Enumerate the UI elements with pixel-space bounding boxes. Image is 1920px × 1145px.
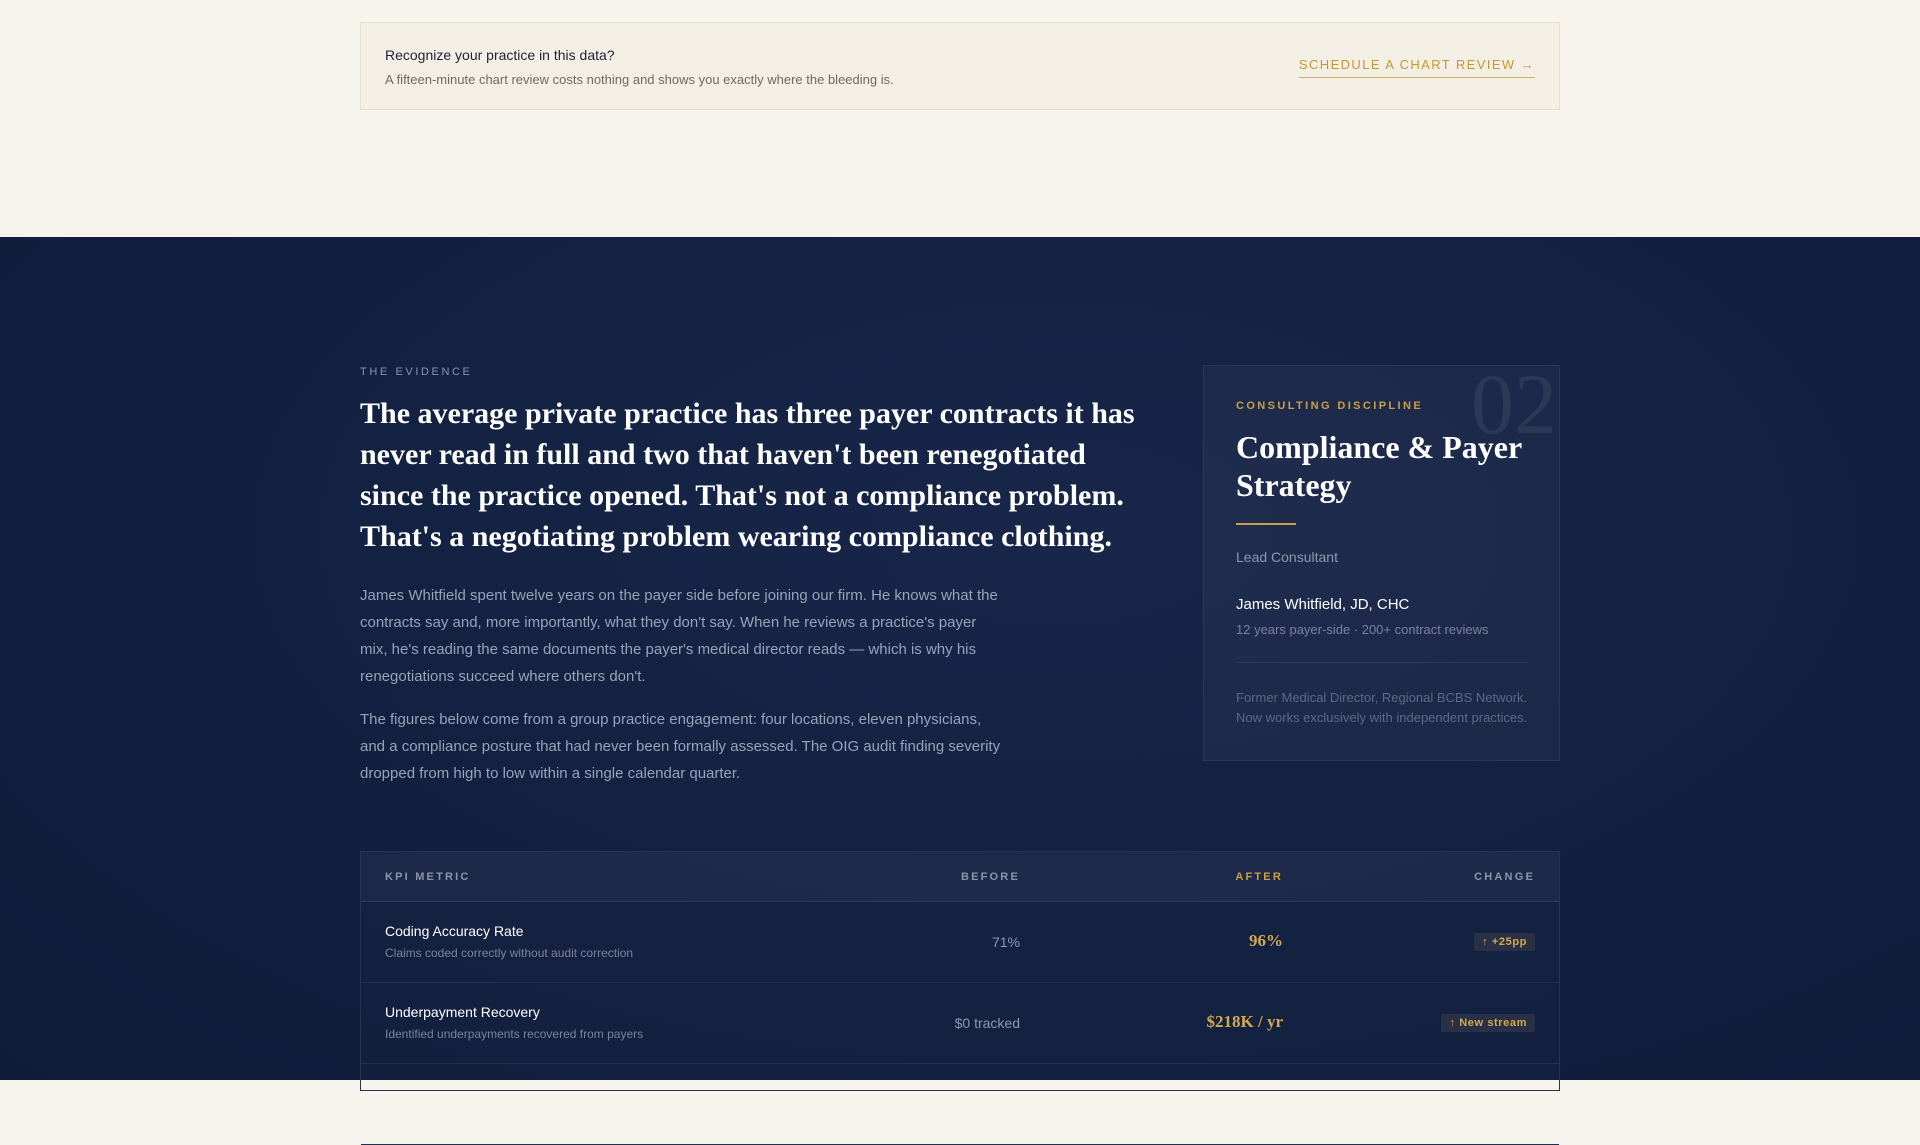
value-after: $218K / yr [1206,1012,1284,1031]
card-eyebrow: CONSULTING DISCIPLINE [1236,400,1424,412]
cta-banner: Recognize your practice in this data? A … [360,22,1560,110]
schedule-chart-review-link[interactable]: SCHEDULE A CHART REVIEW → [1298,57,1535,78]
table-row: Underpayment Recovery Identified underpa… [361,983,1559,1064]
consultant-card: 02 CONSULTING DISCIPLINE Compliance & Pa… [1203,365,1560,761]
metric-name: Coding Accuracy Rate [385,923,524,939]
header-kpi-metric: KPI METRIC [385,871,471,883]
table-row: Coding Accuracy Rate Claims coded correc… [361,902,1559,983]
cta-section: Recognize your practice in this data? A … [0,0,1920,237]
card-divider [1236,662,1528,663]
card-title: Compliance & Payer Strategy [1236,429,1522,503]
evidence-paragraph-1: James Whitfield spent twelve years on th… [360,587,998,685]
cta-subtitle: A fifteen-minute chart review costs noth… [385,72,894,87]
header-before: BEFORE [960,871,1020,883]
kpi-table-header: KPI METRIC BEFORE AFTER CHANGE [361,852,1559,902]
change-badge: ↑ +25pp [1474,933,1535,951]
value-before: 71% [991,934,1020,950]
section-eyebrow: THE EVIDENCE [360,366,473,378]
evidence-paragraph-2: The figures below come from a group prac… [360,711,1001,782]
header-change: CHANGE [1474,871,1535,883]
metric-description: Identified underpayments recovered from … [385,1027,644,1041]
evidence-section: THE EVIDENCE The average private practic… [0,237,1920,1145]
cta-title: Recognize your practice in this data? [385,47,615,63]
consultant-bio: Former Medical Director, Regional BCBS N… [1236,690,1528,725]
consultant-name: James Whitfield, JD, CHC [1236,596,1410,613]
value-before: $0 tracked [954,1015,1020,1031]
metric-description: Claims coded correctly without audit cor… [385,946,634,960]
value-after: 96% [1249,931,1283,950]
header-after: AFTER [1235,871,1283,883]
change-badge: ↑ New stream [1441,1014,1535,1032]
gold-divider [1236,523,1296,525]
evidence-headline: The average private practice has three p… [360,397,1135,553]
consultant-credentials: 12 years payer-side · 200+ contract revi… [1236,622,1489,637]
consultant-role: Lead Consultant [1236,549,1338,565]
metric-name: Underpayment Recovery [385,1004,540,1020]
table-row [361,1064,1559,1145]
kpi-table: KPI METRIC BEFORE AFTER CHANGE Coding Ac… [360,851,1560,1145]
